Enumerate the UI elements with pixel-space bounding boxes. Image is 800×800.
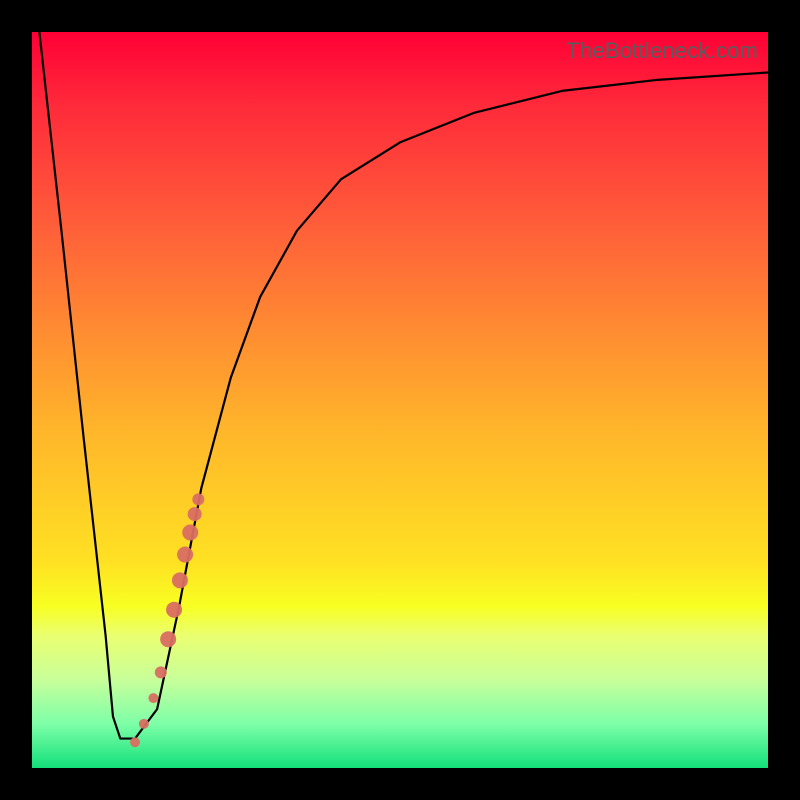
segment-marker bbox=[130, 737, 140, 747]
segment-marker bbox=[172, 572, 188, 588]
segment-marker bbox=[188, 507, 202, 521]
segment-marker bbox=[192, 493, 204, 505]
segment-marker bbox=[148, 693, 158, 703]
segment-marker bbox=[177, 547, 193, 563]
chart-svg bbox=[32, 32, 768, 768]
chart-frame: TheBottleneck.com bbox=[0, 0, 800, 800]
segment-marker bbox=[155, 666, 167, 678]
chart-plot-area: TheBottleneck.com bbox=[32, 32, 768, 768]
segment-marker bbox=[182, 524, 198, 540]
segment-marker bbox=[166, 602, 182, 618]
segment-marker bbox=[160, 631, 176, 647]
bottleneck-curve bbox=[39, 32, 768, 739]
segment-marker bbox=[139, 719, 149, 729]
